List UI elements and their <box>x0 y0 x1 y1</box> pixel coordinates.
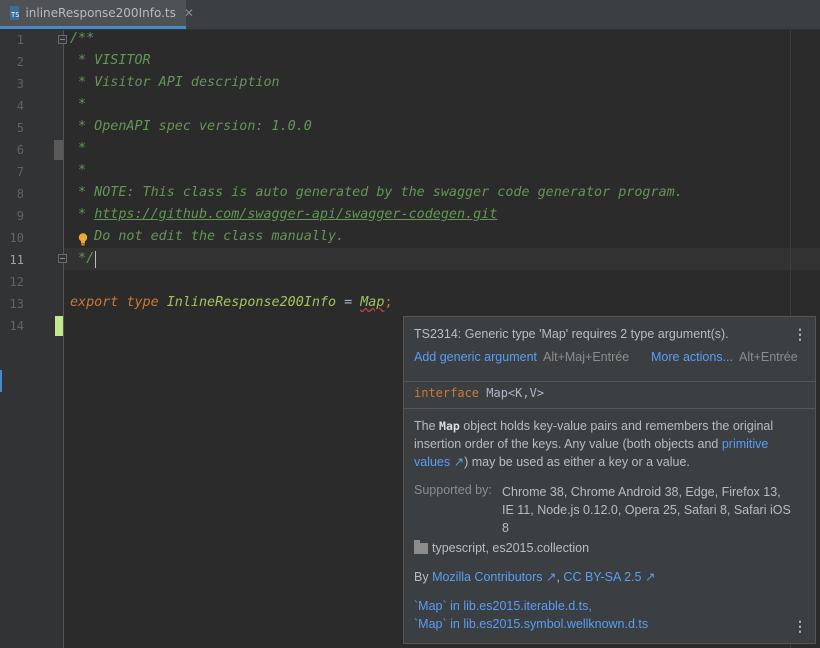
line-number: 12 <box>9 275 24 289</box>
semicolon: ; <box>384 295 393 310</box>
editor-tab-bar: TS inlineResponse200Info.ts ✕ <box>0 0 820 30</box>
line-number: 13 <box>9 297 24 311</box>
map-type-error[interactable]: Map <box>360 295 384 310</box>
line-number: 9 <box>16 209 24 223</box>
line-number: 1 <box>16 33 24 47</box>
code-line-11[interactable]: */ <box>70 251 94 266</box>
quick-doc-popup: TS2314: Generic type 'Map' requires 2 ty… <box>403 316 816 644</box>
fold-end-icon[interactable] <box>58 254 67 263</box>
code-line-10[interactable]: Do not edit the class manually. <box>70 229 344 244</box>
tab-inline-response[interactable]: TS inlineResponse200Info.ts ✕ <box>0 0 194 29</box>
by-label: By <box>414 570 433 584</box>
description: The Map object holds key-value pairs and… <box>414 417 804 471</box>
close-icon[interactable]: ✕ <box>184 6 194 20</box>
interface-keyword: interface <box>414 386 480 400</box>
lightbulb-icon[interactable] <box>78 233 88 246</box>
ref-iterable-link[interactable]: `Map` in lib.es2015.iterable.d.ts, <box>414 597 648 615</box>
text-caret <box>95 251 96 268</box>
add-generic-argument-link[interactable]: Add generic argument <box>414 350 537 364</box>
error-message: TS2314: Generic type 'Map' requires 2 ty… <box>414 327 729 341</box>
ts-file-icon: TS <box>10 6 20 20</box>
license-link[interactable]: CC BY-SA 2.5 ↗ <box>563 570 655 584</box>
line-number: 14 <box>9 319 24 333</box>
code-line-6[interactable]: * <box>70 141 86 156</box>
scroll-marker <box>0 370 2 392</box>
equals-sign: = <box>336 295 361 310</box>
line-number: 2 <box>16 55 24 69</box>
signature: interface Map<K,V> <box>414 386 544 400</box>
mozilla-contributors-link[interactable]: Mozilla Contributors ↗ <box>432 570 556 584</box>
desc-map: Map <box>439 419 460 433</box>
line-number: 6 <box>16 143 24 157</box>
code-line-7[interactable]: * <box>70 163 86 178</box>
code-line-13[interactable]: export type InlineResponse200Info = Map; <box>70 295 393 310</box>
line-number: 4 <box>16 99 24 113</box>
line-number: 5 <box>16 121 24 135</box>
signature-text: Map<K,V> <box>479 386 545 400</box>
code-line-8[interactable]: * NOTE: This class is auto generated by … <box>70 185 683 200</box>
more-actions-link[interactable]: More actions... <box>651 350 733 364</box>
supported-by-label: Supported by: <box>414 483 492 497</box>
desc-text: ) may be used as either a key or a value… <box>464 455 690 469</box>
desc-text: The <box>414 419 440 433</box>
swagger-codegen-link[interactable]: https://github.com/swagger-api/swagger-c… <box>94 207 497 222</box>
code-line-5[interactable]: * OpenAPI spec version: 1.0.0 <box>70 119 312 134</box>
line-number: 10 <box>9 231 24 245</box>
more-options-icon[interactable]: ⋮ <box>793 619 807 633</box>
added-line-marker <box>55 316 63 336</box>
module-info: typescript, es2015.collection <box>414 539 590 555</box>
comment-prefix: * <box>70 207 95 222</box>
shortcut-label: Alt+Maj+Entrée <box>543 350 630 364</box>
fold-start-icon[interactable] <box>58 35 67 44</box>
fold-guide <box>63 30 64 648</box>
tab-label: inlineResponse200Info.ts <box>25 6 176 20</box>
more-options-icon[interactable]: ⋮ <box>793 327 807 341</box>
desc-text: object holds key-value pairs and remembe… <box>414 419 774 451</box>
ref-symbol-link[interactable]: `Map` in lib.es2015.symbol.wellknown.d.t… <box>414 615 648 633</box>
line-number: 7 <box>16 165 24 179</box>
signature-section: interface Map<K,V> <box>404 381 815 409</box>
type-name: InlineResponse200Info <box>166 295 337 310</box>
code-line-9[interactable]: * https://github.com/swagger-api/swagger… <box>70 207 497 222</box>
change-marker <box>54 140 63 160</box>
shortcut-label: Alt+Entrée <box>739 350 798 364</box>
code-line-2[interactable]: * VISITOR <box>70 53 151 68</box>
current-line-highlight <box>64 248 820 270</box>
code-line-1[interactable]: /** <box>70 31 94 46</box>
line-number: 3 <box>16 77 24 91</box>
line-number: 8 <box>16 187 24 201</box>
code-line-4[interactable]: * <box>70 97 86 112</box>
error-section: TS2314: Generic type 'Map' requires 2 ty… <box>404 317 815 382</box>
attribution: By Mozilla Contributors ↗, CC BY-SA 2.5 … <box>414 569 655 584</box>
code-line-3[interactable]: * Visitor API description <box>70 75 280 90</box>
references: `Map` in lib.es2015.iterable.d.ts, `Map`… <box>414 597 648 633</box>
supported-by-value: Chrome 38, Chrome Android 38, Edge, Fire… <box>502 485 791 535</box>
line-number-current: 11 <box>9 253 24 267</box>
keyword-type: type <box>126 295 159 310</box>
folder-icon <box>414 539 428 554</box>
module-label: typescript, es2015.collection <box>432 541 590 555</box>
keyword-export: export <box>70 295 119 310</box>
